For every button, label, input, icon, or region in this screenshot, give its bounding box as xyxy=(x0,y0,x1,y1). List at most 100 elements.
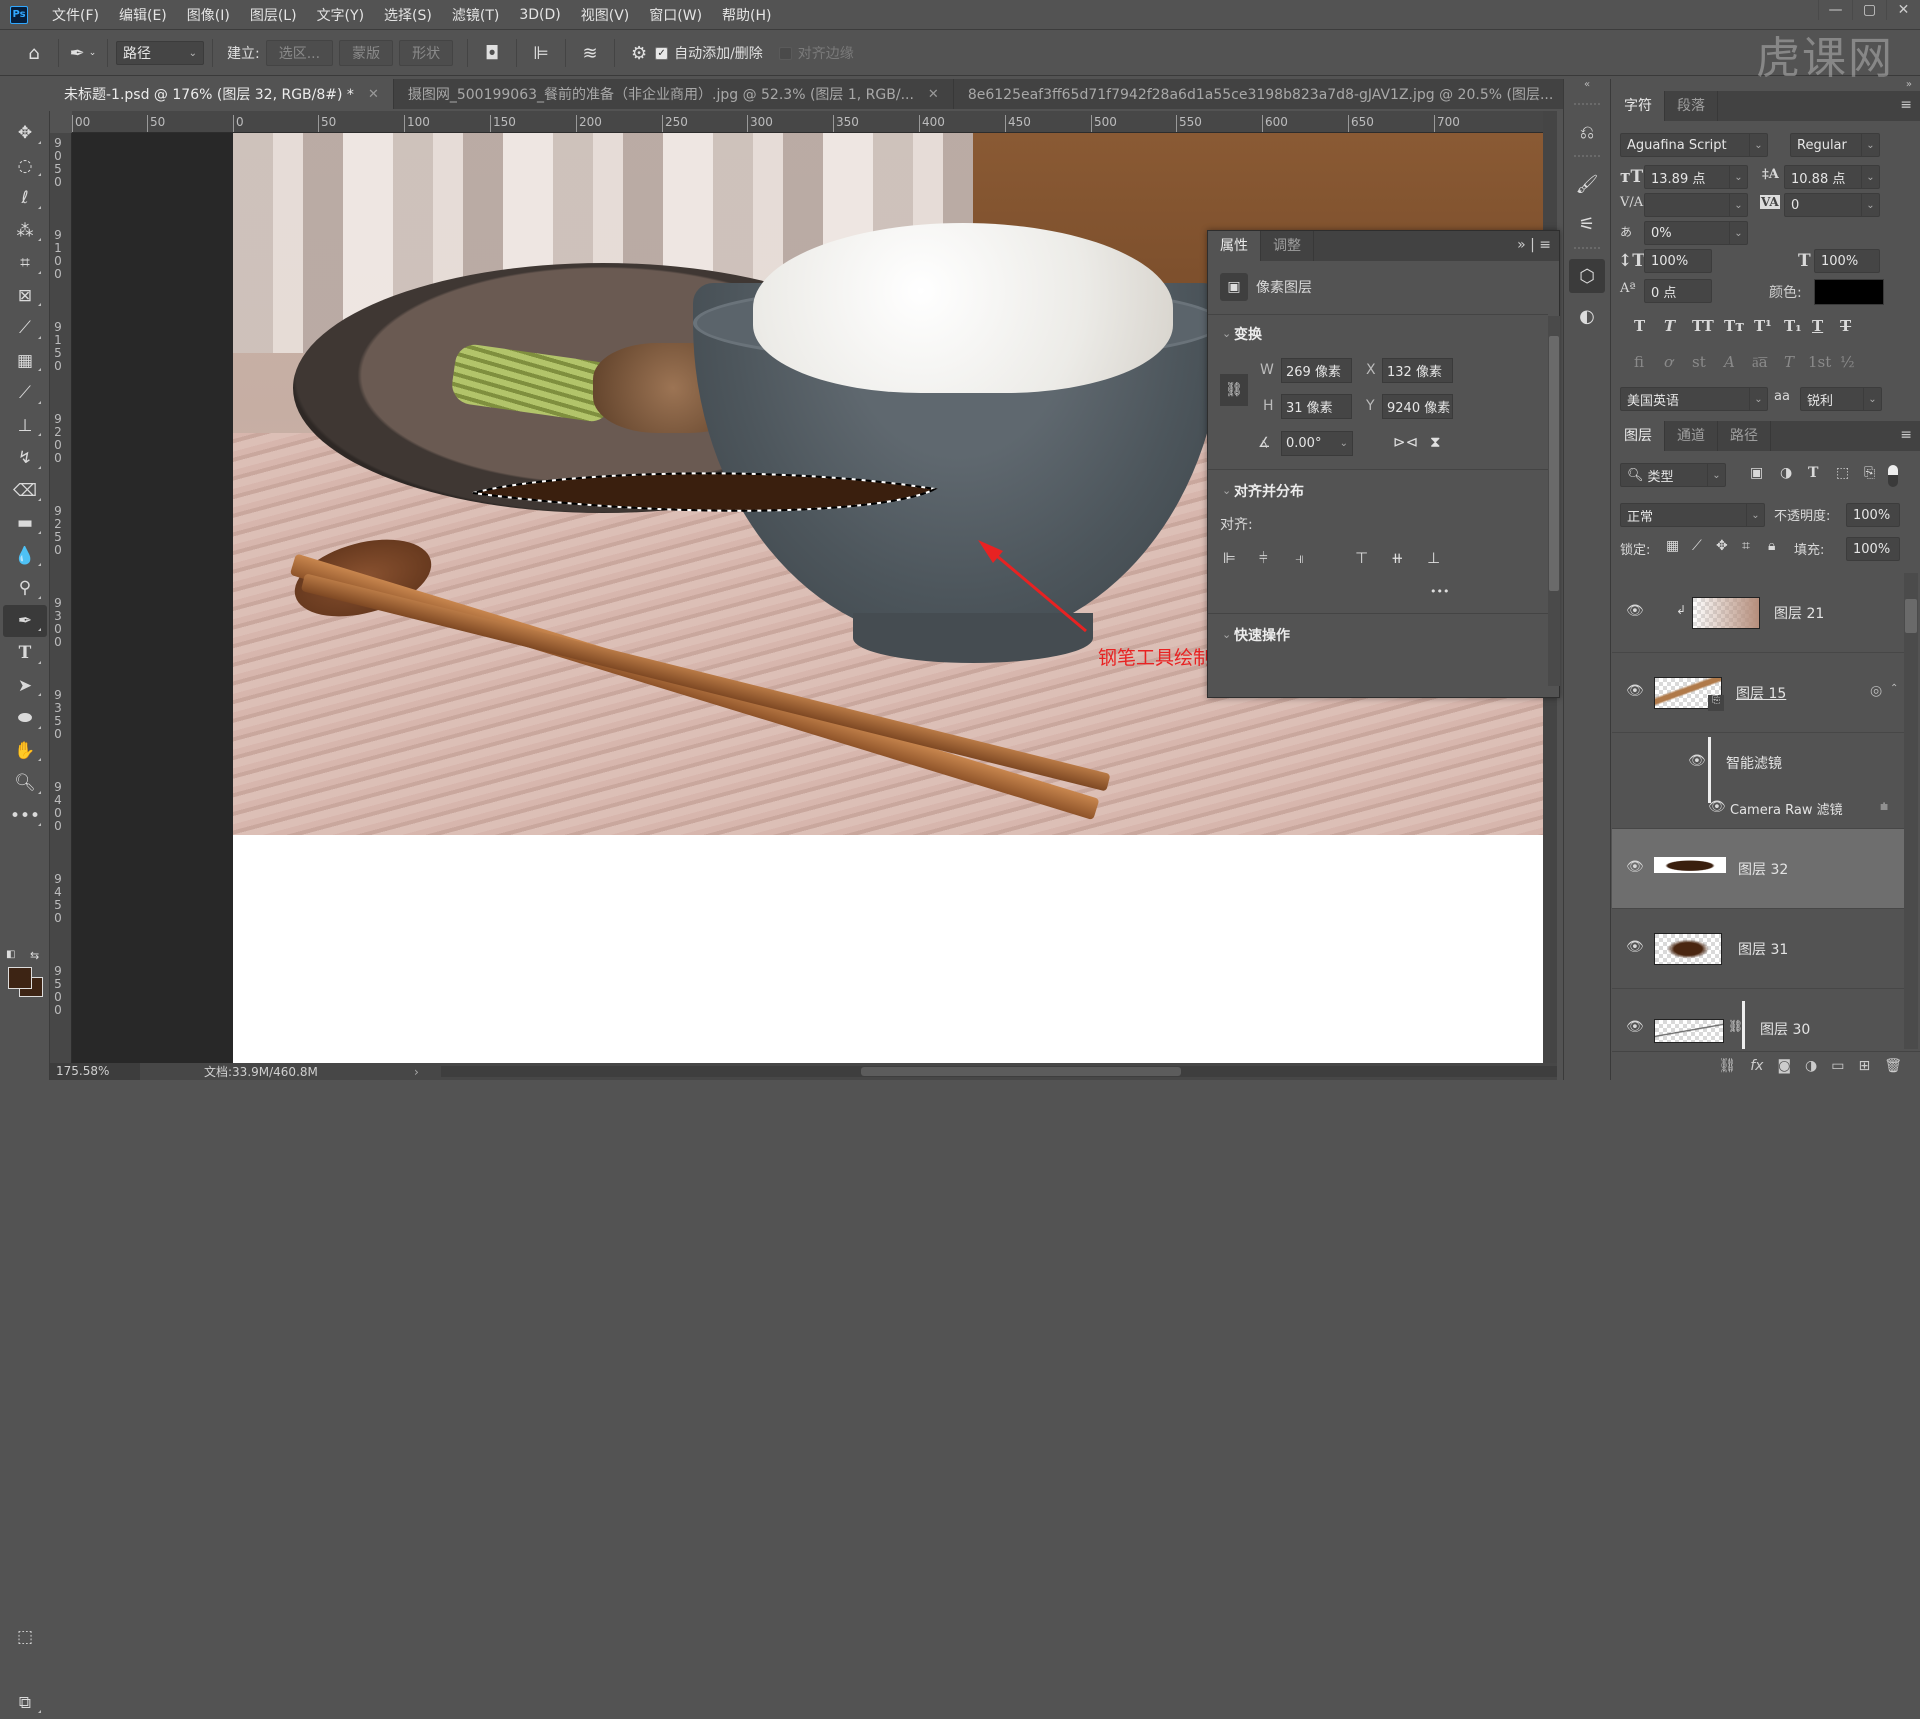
tab-document-2[interactable]: 摄图网_500199063_餐前的准备（非企业商用）.jpg @ 52.3% (… xyxy=(394,79,954,109)
chevron-down-icon[interactable]: ⌄ xyxy=(1222,327,1231,340)
filter-options-icon[interactable]: ⩧ xyxy=(1880,799,1888,815)
menu-image[interactable]: 图像(I) xyxy=(177,5,240,25)
status-menu-arrow[interactable]: › xyxy=(414,1065,419,1079)
align-edges-checkbox[interactable] xyxy=(779,47,792,60)
magic-wand-tool-icon[interactable]: ⁂ xyxy=(3,215,47,248)
gear-icon[interactable]: ⚙ xyxy=(623,37,655,69)
tab-properties[interactable]: 属性 xyxy=(1208,231,1261,261)
align-horizontal-center-icon[interactable]: ⫩ xyxy=(1259,549,1268,567)
maximize-button[interactable]: ▢ xyxy=(1852,0,1886,20)
blend-mode-select[interactable]: 正常⌄ xyxy=(1620,503,1765,527)
layer-name[interactable]: 图层 30 xyxy=(1760,1019,1810,1039)
font-style-select[interactable]: Regular⌄ xyxy=(1790,133,1880,157)
brush-tool-icon[interactable]: ⟋ xyxy=(3,377,47,410)
more-tools-icon[interactable]: ••• xyxy=(3,800,47,833)
menu-layer[interactable]: 图层(L) xyxy=(240,5,307,25)
camera-raw-filter-row[interactable]: 👁︎ Camera Raw 滤镜 ⩧ xyxy=(1612,785,1904,829)
swash-icon[interactable]: A xyxy=(1724,353,1735,371)
discretionary-ligatures-icon[interactable]: st xyxy=(1692,353,1706,371)
make-mask-button[interactable]: 蒙版 xyxy=(339,40,393,66)
collapse-effects-icon[interactable]: ⌃ xyxy=(1890,683,1898,694)
kerning-field[interactable]: ⌄ xyxy=(1644,193,1748,217)
zoom-tool-icon[interactable]: 🔍︎ xyxy=(3,767,47,800)
new-layer-icon[interactable]: ⊞ xyxy=(1858,1058,1870,1074)
pen-tool-preset-icon[interactable]: ✒⌄ xyxy=(67,37,99,69)
align-section-title[interactable]: 对齐并分布 xyxy=(1234,481,1304,501)
lock-position-icon[interactable]: ✥ xyxy=(1716,538,1728,554)
scrollbar-thumb[interactable] xyxy=(861,1067,1181,1076)
marquee-tool-icon[interactable]: ◌ xyxy=(3,150,47,183)
layer-row-30[interactable]: 👁︎ ⛓ 图层 30 xyxy=(1612,989,1904,1049)
eraser-tool-icon[interactable]: ⌫ xyxy=(3,475,47,508)
layer-row-21[interactable]: 👁︎ ↲ 图层 21 xyxy=(1612,573,1904,653)
superscript-icon[interactable]: T¹ xyxy=(1754,317,1772,335)
menu-type[interactable]: 文字(Y) xyxy=(307,5,374,25)
faux-bold-icon[interactable]: T xyxy=(1634,317,1645,335)
tab-channels[interactable]: 通道 xyxy=(1665,421,1718,451)
move-tool-icon[interactable]: ✥ xyxy=(3,117,47,150)
font-family-select[interactable]: Aguafina Script⌄ xyxy=(1620,133,1768,157)
screen-mode-icon[interactable]: ⧉ xyxy=(3,1687,47,1719)
fill-field[interactable]: 100% xyxy=(1846,537,1900,561)
eye-icon[interactable]: 👁︎ xyxy=(1626,603,1644,619)
layer-row-32[interactable]: 👁︎ 图层 32 xyxy=(1612,829,1904,909)
menu-window[interactable]: 窗口(W) xyxy=(639,5,712,25)
filter-toggle[interactable] xyxy=(1888,465,1898,487)
make-selection-button[interactable]: 选区... xyxy=(266,40,333,66)
auto-add-delete-checkbox[interactable]: ✓ xyxy=(655,47,668,60)
leading-field[interactable]: 10.88 点⌄ xyxy=(1784,165,1880,189)
angle-field[interactable]: 0.00°⌄ xyxy=(1281,431,1353,456)
close-icon[interactable]: ✕ xyxy=(368,87,379,102)
lock-all-icon[interactable]: 🔒︎ xyxy=(1768,538,1775,554)
chevron-down-icon[interactable]: ⌄ xyxy=(1222,628,1231,641)
delete-layer-icon[interactable]: 🗑︎ xyxy=(1884,1058,1902,1074)
subscript-icon[interactable]: T₁ xyxy=(1784,317,1802,335)
menu-select[interactable]: 选择(S) xyxy=(374,5,442,25)
eye-icon[interactable]: 👁︎ xyxy=(1626,1019,1644,1035)
small-caps-icon[interactable]: Tт xyxy=(1724,317,1744,335)
vertical-scale-field[interactable]: 100% xyxy=(1644,249,1712,273)
layer-name[interactable]: 图层 21 xyxy=(1774,603,1824,623)
dodge-tool-icon[interactable]: ⚲ xyxy=(3,572,47,605)
link-layers-icon[interactable]: ⛓ xyxy=(1718,1058,1736,1074)
tab-layers[interactable]: 图层 xyxy=(1612,421,1665,451)
make-shape-button[interactable]: 形状 xyxy=(399,40,453,66)
type-tool-icon[interactable]: T xyxy=(3,637,47,670)
flip-horizontal-icon[interactable]: ⊳⊲ xyxy=(1393,433,1418,451)
zoom-level[interactable]: 175.58% xyxy=(50,1063,140,1080)
lock-pixels-icon[interactable]: ⟋ xyxy=(1692,538,1702,554)
layer-row-15[interactable]: 👁︎ ⎘ 图层 15 ◎ ⌃ xyxy=(1612,653,1904,733)
menu-edit[interactable]: 编辑(E) xyxy=(109,5,177,25)
align-vertical-center-icon[interactable]: ⧺ xyxy=(1391,549,1404,567)
tracking-field[interactable]: 0⌄ xyxy=(1784,193,1880,217)
font-size-field[interactable]: 13.89 点⌄ xyxy=(1644,165,1748,189)
default-colors-icon[interactable]: ◧ xyxy=(6,949,15,960)
layers-scrollbar[interactable] xyxy=(1904,573,1918,1049)
tab-paths[interactable]: 路径 xyxy=(1718,421,1771,451)
flip-vertical-icon[interactable]: ⧗ xyxy=(1430,433,1441,451)
transform-section-title[interactable]: 变换 xyxy=(1234,324,1262,344)
minimize-button[interactable]: — xyxy=(1818,0,1852,20)
layer-row-31[interactable]: 👁︎ 图层 31 xyxy=(1612,909,1904,989)
menu-view[interactable]: 视图(V) xyxy=(571,5,640,25)
lasso-tool-icon[interactable]: ℓ xyxy=(3,182,47,215)
eyedropper-tool-icon[interactable]: ⟋ xyxy=(3,312,47,345)
underline-icon[interactable]: T xyxy=(1812,317,1823,335)
new-group-icon[interactable]: ▭ xyxy=(1831,1058,1844,1074)
strikethrough-icon[interactable]: T xyxy=(1840,317,1851,335)
properties-scrollbar[interactable] xyxy=(1548,316,1560,686)
eye-icon[interactable]: 👁︎ xyxy=(1626,683,1644,699)
fx-icon[interactable]: fx xyxy=(1750,1058,1763,1074)
old-style-icon[interactable]: ơ xyxy=(1664,353,1673,371)
align-top-icon[interactable]: ⊤ xyxy=(1355,549,1368,567)
antialias-select[interactable]: 锐利⌄ xyxy=(1800,387,1882,411)
path-arrangement-icon[interactable]: ≋ xyxy=(574,37,606,69)
path-operations-icon[interactable]: ◘ xyxy=(476,37,508,69)
layer-filter-select[interactable]: 🔍︎类型⌄ xyxy=(1620,463,1726,487)
ordinals-icon[interactable]: 1st xyxy=(1808,353,1831,371)
layer-name[interactable]: 图层 32 xyxy=(1738,859,1788,879)
lock-transparent-icon[interactable]: ▦ xyxy=(1666,538,1679,554)
filter-adjustment-icon[interactable]: ◑ xyxy=(1780,465,1792,481)
eye-icon[interactable]: 👁︎ xyxy=(1626,939,1644,955)
filter-type-icon[interactable]: T xyxy=(1808,465,1818,481)
